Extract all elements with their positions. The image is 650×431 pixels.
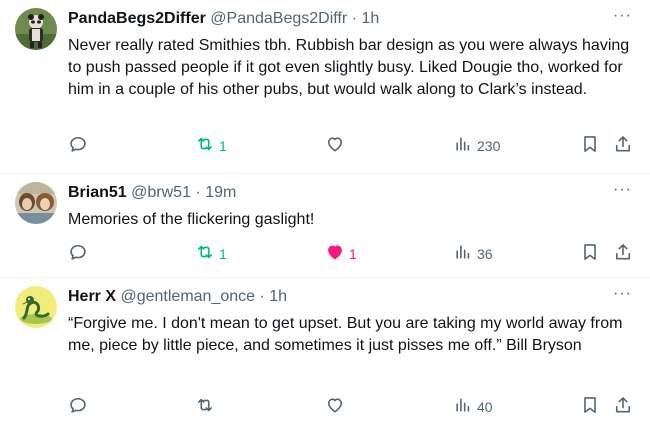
bookmark-button[interactable] (580, 395, 600, 419)
action-bar: 1 1 36 (60, 242, 638, 266)
more-icon[interactable]: ··· (613, 182, 632, 198)
user-handle[interactable]: @PandaBegs2Diffr (210, 10, 347, 27)
timestamp[interactable]: 1h (361, 10, 379, 27)
user-handle[interactable]: @gentleman_once (120, 288, 255, 305)
reply-button[interactable] (68, 134, 92, 158)
share-icon (613, 242, 633, 267)
more-icon[interactable]: ··· (613, 8, 632, 24)
tweet-text: Memories of the flickering gaslight! (68, 211, 315, 228)
views-count: 230 (477, 138, 501, 154)
bookmark-icon (580, 134, 600, 159)
reply-button[interactable] (68, 242, 92, 266)
retweet-button[interactable]: 1 (195, 242, 227, 266)
tweet[interactable]: Brian51 @brw51 · 19m ··· Memories of the… (0, 174, 650, 278)
bookmark-icon (580, 242, 600, 267)
action-bar: 40 (60, 395, 638, 419)
retweet-button[interactable]: 1 (195, 134, 227, 158)
retweet-button[interactable] (195, 395, 219, 419)
tweet[interactable]: PandaBegs2Differ @PandaBegs2Diffr · 1h ·… (0, 0, 650, 174)
timestamp[interactable]: 1h (269, 288, 287, 305)
share-button[interactable] (613, 242, 633, 266)
avatar[interactable] (15, 286, 57, 328)
more-icon[interactable]: ··· (613, 286, 632, 302)
retweet-icon (195, 242, 215, 267)
retweet-icon (195, 134, 215, 159)
reply-icon (68, 242, 88, 267)
timestamp[interactable]: 19m (205, 184, 236, 201)
like-icon (325, 395, 345, 420)
reply-icon (68, 395, 88, 420)
tweet-text: “Forgive me. I don't mean to get upset. … (68, 315, 623, 354)
display-name[interactable]: Herr X (68, 288, 116, 305)
like-count: 1 (349, 246, 357, 262)
like-button[interactable]: 1 (325, 242, 357, 266)
tweet-header: Herr X @gentleman_once · 1h (68, 287, 287, 307)
bookmark-button[interactable] (580, 134, 600, 158)
user-handle[interactable]: @brw51 (131, 184, 191, 201)
views-button[interactable]: 36 (453, 242, 493, 266)
like-icon (325, 242, 345, 267)
views-button[interactable]: 230 (453, 134, 500, 158)
avatar[interactable] (15, 8, 57, 50)
share-icon (613, 395, 633, 420)
display-name[interactable]: PandaBegs2Differ (68, 10, 206, 27)
tweet-header: Brian51 @brw51 · 19m (68, 183, 236, 203)
separator-dot: · (259, 288, 265, 305)
reply-button[interactable] (68, 395, 92, 419)
views-count: 36 (477, 246, 493, 262)
retweet-count: 1 (219, 246, 227, 262)
views-count: 40 (477, 399, 493, 415)
share-button[interactable] (613, 134, 633, 158)
views-icon (453, 242, 473, 267)
like-icon (325, 134, 345, 159)
separator-dot: · (351, 10, 357, 27)
tweet-header: PandaBegs2Differ @PandaBegs2Diffr · 1h (68, 9, 379, 29)
views-icon (453, 395, 473, 420)
retweet-icon (195, 395, 215, 420)
like-button[interactable] (325, 395, 349, 419)
bookmark-button[interactable] (580, 242, 600, 266)
reply-icon (68, 134, 88, 159)
share-icon (613, 134, 633, 159)
views-button[interactable]: 40 (453, 395, 493, 419)
share-button[interactable] (613, 395, 633, 419)
bookmark-icon (580, 395, 600, 420)
action-bar: 1 230 (60, 134, 638, 158)
views-icon (453, 134, 473, 159)
avatar[interactable] (15, 182, 57, 224)
tweet[interactable]: Herr X @gentleman_once · 1h ··· “Forgive… (0, 278, 650, 431)
display-name[interactable]: Brian51 (68, 184, 127, 201)
like-button[interactable] (325, 134, 349, 158)
tweet-text: Never really rated Smithies tbh. Rubbish… (68, 37, 630, 98)
retweet-count: 1 (219, 138, 227, 154)
separator-dot: · (195, 184, 201, 201)
